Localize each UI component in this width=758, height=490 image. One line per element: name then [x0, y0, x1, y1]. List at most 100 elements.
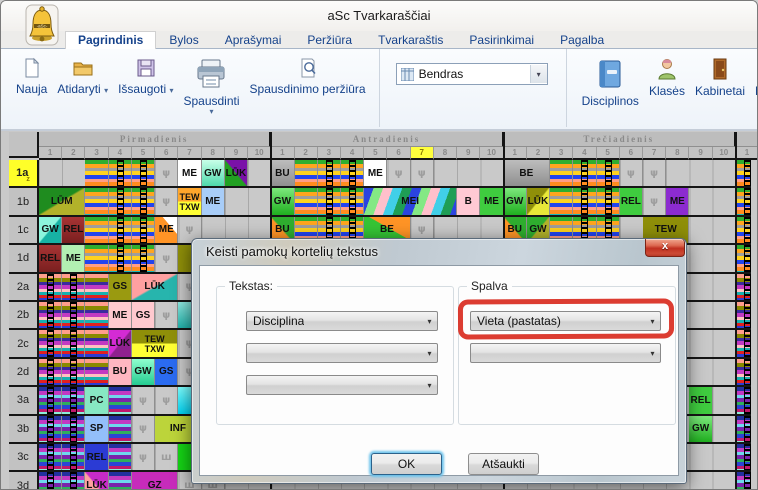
blocked-cell[interactable]: ψ: [155, 160, 178, 186]
row-label-1b[interactable]: 1b: [9, 188, 39, 214]
lesson-cell[interactable]: PC: [85, 387, 108, 413]
stripe-cell[interactable]: [341, 188, 364, 214]
view-combobox-arrow[interactable]: ▾: [530, 65, 547, 83]
stripe-cell[interactable]: [85, 245, 108, 271]
row-label-3b[interactable]: 3b: [9, 416, 39, 442]
row-label-2d[interactable]: 2d: [9, 359, 39, 385]
lesson-cell[interactable]: GS: [155, 359, 178, 385]
blocked-cell[interactable]: ψ: [643, 160, 666, 186]
stripe-cell[interactable]: [132, 160, 155, 186]
lesson-cell[interactable]: GW: [202, 160, 225, 186]
save-button[interactable]: Išsaugoti ▾: [118, 57, 173, 96]
stripe-cell[interactable]: [295, 160, 318, 186]
blocked-cell[interactable]: ш: [155, 444, 178, 470]
lesson-cell[interactable]: MEI: [364, 188, 457, 214]
lesson-cell[interactable]: ME: [109, 302, 132, 328]
stripe-cell[interactable]: [62, 444, 85, 470]
stripe-cell[interactable]: [132, 188, 155, 214]
lesson-cell[interactable]: LŪK: [132, 274, 178, 300]
print-button[interactable]: Spausdinti ▾: [183, 57, 239, 116]
color-combo-2[interactable]: ▾: [470, 343, 661, 363]
stripe-cell[interactable]: [62, 330, 85, 356]
cancel-button[interactable]: Atšaukti: [468, 453, 539, 475]
lesson-cell[interactable]: ME: [666, 188, 689, 214]
lesson-cell[interactable]: B: [457, 188, 480, 214]
text-combo-3[interactable]: ▾: [246, 375, 438, 395]
stripe-cell[interactable]: [597, 188, 620, 214]
stripe-cell[interactable]: [573, 188, 596, 214]
stripe-cell[interactable]: [39, 387, 62, 413]
stripe-cell[interactable]: [109, 188, 132, 214]
stripe-cell[interactable]: [736, 359, 751, 385]
row-label-2c[interactable]: 2c: [9, 330, 39, 356]
stripe-cell[interactable]: [132, 245, 155, 271]
stripe-cell[interactable]: [736, 302, 751, 328]
tab-pagalba[interactable]: Pagalba: [547, 31, 617, 50]
new-button[interactable]: Nauja: [16, 57, 47, 96]
stripe-cell[interactable]: [85, 330, 108, 356]
stripe-cell[interactable]: [39, 472, 62, 490]
stripe-cell[interactable]: [62, 359, 85, 385]
row-label-1d[interactable]: 1d: [9, 245, 39, 271]
stripe-cell[interactable]: [39, 416, 62, 442]
stripe-cell[interactable]: [39, 359, 62, 385]
stripe-cell[interactable]: [109, 217, 132, 243]
stripe-cell[interactable]: [109, 387, 132, 413]
row-label-3c[interactable]: 3c: [9, 444, 39, 470]
stripe-cell[interactable]: [85, 302, 108, 328]
stripe-cell[interactable]: [341, 160, 364, 186]
stripe-cell[interactable]: [132, 217, 155, 243]
print-preview-button[interactable]: Spausdinimo peržiūra: [250, 57, 366, 96]
lesson-cell[interactable]: GW: [689, 416, 712, 442]
lesson-cell[interactable]: GZ: [132, 472, 178, 490]
stripe-cell[interactable]: [85, 359, 108, 385]
stripe-cell[interactable]: [39, 444, 62, 470]
lesson-cell[interactable]: GW: [504, 188, 527, 214]
lesson-cell[interactable]: REL: [85, 444, 108, 470]
classrooms-button[interactable]: Kabinetai: [695, 57, 745, 98]
stripe-cell[interactable]: [62, 274, 85, 300]
stripe-cell[interactable]: [736, 387, 751, 413]
lesson-cell[interactable]: GS: [109, 274, 132, 300]
blocked-cell[interactable]: ψ: [132, 387, 155, 413]
stripe-cell[interactable]: [295, 188, 318, 214]
lesson-cell[interactable]: BU: [109, 359, 132, 385]
stripe-cell[interactable]: [109, 160, 132, 186]
stripe-cell[interactable]: [109, 245, 132, 271]
stripe-cell[interactable]: [39, 302, 62, 328]
lesson-cell[interactable]: ME: [202, 188, 225, 214]
blocked-cell[interactable]: ψ: [411, 160, 434, 186]
lesson-cell[interactable]: ME: [364, 160, 387, 186]
lesson-cell[interactable]: TEWTXW: [132, 330, 178, 356]
row-label-3d[interactable]: 3d: [9, 472, 39, 490]
stripe-cell[interactable]: [85, 188, 108, 214]
stripe-cell[interactable]: [62, 387, 85, 413]
lesson-cell[interactable]: GW: [132, 359, 155, 385]
stripe-cell[interactable]: [736, 217, 751, 243]
lesson-cell[interactable]: LŪK: [527, 188, 550, 214]
lesson-cell[interactable]: GW: [39, 217, 62, 243]
blocked-cell[interactable]: ψ: [643, 188, 666, 214]
blocked-cell[interactable]: ψ: [132, 416, 155, 442]
stripe-cell[interactable]: [62, 472, 85, 490]
lesson-cell[interactable]: LŪK: [225, 160, 248, 186]
stripe-cell[interactable]: [736, 188, 751, 214]
blocked-cell[interactable]: ψ: [132, 444, 155, 470]
row-label-1c[interactable]: 1c: [9, 217, 39, 243]
stripe-cell[interactable]: [85, 217, 108, 243]
blocked-cell[interactable]: ψ: [155, 188, 178, 214]
lesson-cell[interactable]: LŪK: [85, 472, 108, 490]
stripe-cell[interactable]: [736, 444, 751, 470]
stripe-cell[interactable]: [597, 160, 620, 186]
blocked-cell[interactable]: ψ: [155, 245, 178, 271]
lesson-cell[interactable]: GW: [271, 188, 294, 214]
stripe-cell[interactable]: [736, 472, 751, 490]
view-combobox[interactable]: Bendras ▾: [396, 63, 548, 85]
blocked-cell[interactable]: ψ: [620, 160, 643, 186]
lesson-cell[interactable]: ME: [62, 245, 85, 271]
lesson-cell[interactable]: REL: [39, 245, 62, 271]
lesson-cell[interactable]: LŪK: [109, 330, 132, 356]
row-label-3a[interactable]: 3a: [9, 387, 39, 413]
blocked-cell[interactable]: ψ: [155, 302, 178, 328]
stripe-cell[interactable]: [736, 330, 751, 356]
